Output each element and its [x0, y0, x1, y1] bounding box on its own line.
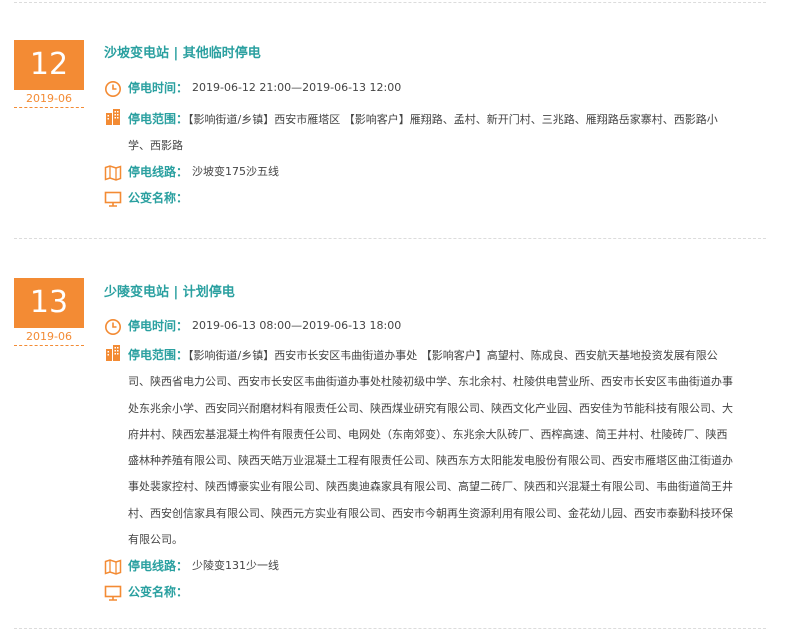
outage-item-2: 13 2019-06 少陵变电站 | 计划停电 停电时间： 2019-06-13… [0, 278, 788, 618]
outage-item-1: 12 2019-06 沙坡变电站 | 其他临时停电 停电时间： 2019-06-… [0, 40, 788, 240]
range-row: 停电范围：【影响街道/乡镇】西安市雁塔区 【影响客户】雁翔路、孟村、新开门村、三… [104, 106, 744, 160]
line-label: 停电线路： [128, 165, 189, 179]
building-icon [106, 345, 120, 361]
monitor-icon [104, 585, 122, 601]
line-row: 停电线路： 沙坡变175沙五线 [104, 162, 744, 182]
monitor-icon [104, 191, 122, 207]
time-value: 2019-06-13 08:00—2019-06-13 18:00 [192, 319, 402, 332]
transformer-row: 公变名称： [104, 582, 744, 602]
range-row: 停电范围：【影响街道/乡镇】西安市长安区韦曲街道办事处 【影响客户】高望村、陈成… [104, 342, 744, 552]
transformer-row: 公变名称： [104, 188, 744, 208]
map-icon [104, 165, 122, 181]
date-day: 13 [14, 278, 84, 328]
date-day: 12 [14, 40, 84, 90]
power-outage-list: 12 2019-06 沙坡变电站 | 其他临时停电 停电时间： 2019-06-… [0, 0, 788, 634]
line-value: 沙坡变175沙五线 [192, 165, 279, 178]
top-divider [14, 2, 766, 3]
date-year-month: 2019-06 [14, 329, 84, 346]
map-icon [104, 559, 122, 575]
range-value: 【影响街道/乡镇】西安市长安区韦曲街道办事处 【影响客户】高望村、陈成良、西安航… [128, 349, 733, 547]
outage-title[interactable]: 沙坡变电站 | 其他临时停电 [104, 42, 261, 61]
time-row: 停电时间： 2019-06-12 21:00—2019-06-13 12:00 [104, 78, 744, 98]
transformer-label: 公变名称： [128, 585, 189, 599]
transformer-label: 公变名称： [128, 191, 189, 205]
bottom-divider [14, 628, 766, 629]
date-badge: 12 2019-06 [14, 40, 84, 108]
line-value: 少陵变131少一线 [192, 559, 279, 572]
clock-icon [105, 81, 121, 97]
line-label: 停电线路： [128, 559, 189, 573]
range-label: 停电范围： [128, 348, 189, 362]
date-year-month: 2019-06 [14, 91, 84, 108]
range-label: 停电范围： [128, 112, 189, 126]
time-label: 停电时间： [128, 81, 189, 95]
date-badge: 13 2019-06 [14, 278, 84, 346]
item-divider [14, 238, 766, 239]
building-icon [106, 109, 120, 125]
range-value: 【影响街道/乡镇】西安市雁塔区 【影响客户】雁翔路、孟村、新开门村、三兆路、雁翔… [128, 113, 718, 153]
time-label: 停电时间： [128, 319, 189, 333]
range-text: 停电范围：【影响街道/乡镇】西安市雁塔区 【影响客户】雁翔路、孟村、新开门村、三… [128, 106, 738, 160]
time-row: 停电时间： 2019-06-13 08:00—2019-06-13 18:00 [104, 316, 744, 336]
time-value: 2019-06-12 21:00—2019-06-13 12:00 [192, 81, 402, 94]
clock-icon [105, 319, 121, 335]
outage-title[interactable]: 少陵变电站 | 计划停电 [104, 281, 235, 300]
range-text: 停电范围：【影响街道/乡镇】西安市长安区韦曲街道办事处 【影响客户】高望村、陈成… [128, 342, 738, 553]
line-row: 停电线路： 少陵变131少一线 [104, 556, 744, 576]
